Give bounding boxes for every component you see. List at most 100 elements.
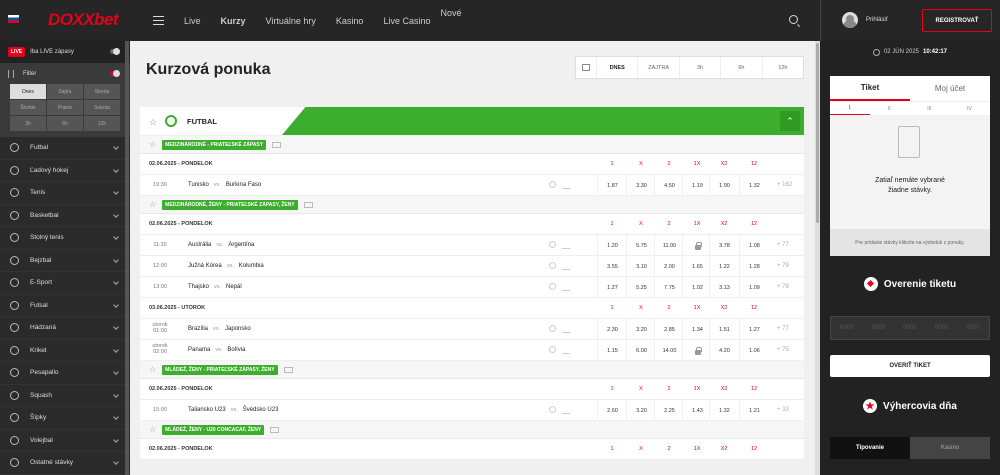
register-button[interactable]: REGISTROVAŤ (922, 9, 992, 32)
favorite-star-icon[interactable]: ☆ (149, 365, 156, 374)
sidebar-item-sport[interactable]: Hádzaná (0, 317, 130, 340)
odds-cell[interactable]: 11.00 (654, 235, 684, 256)
match-teams[interactable]: Austrália vs. Argentína (188, 242, 254, 248)
odds-cell[interactable]: 1.27 (597, 277, 627, 298)
chevron-down-icon[interactable] (113, 166, 119, 173)
sidebar-item-sport[interactable]: Kriket (0, 340, 130, 362)
ticket-number-tab[interactable]: III. (910, 102, 950, 115)
filter-day-0[interactable]: Dnes (10, 84, 46, 99)
league-info-icon[interactable] (272, 141, 282, 148)
stats-icon[interactable] (562, 242, 570, 249)
filter-day-8[interactable]: 12h (84, 116, 120, 131)
time-filter-4[interactable]: 12h (761, 57, 803, 78)
odds-cell[interactable]: 3.78 (709, 235, 739, 256)
league-info-icon[interactable] (303, 201, 313, 208)
odds-cell[interactable]: 2.00 (654, 256, 684, 277)
chevron-down-icon[interactable] (113, 459, 119, 465)
sidebar-item-sport[interactable]: Stolný tenis (0, 227, 130, 250)
more-bets-link[interactable]: + 162 (777, 182, 792, 188)
tab-ticket[interactable]: Tiket (830, 76, 910, 101)
logo[interactable]: DOXXbet (48, 10, 119, 30)
ticket-number-tab[interactable]: I. (830, 102, 870, 115)
nav-item-kasino[interactable]: Kasino (336, 16, 364, 26)
odds-cell[interactable]: 2.25 (654, 400, 684, 421)
sidebar-item-sport[interactable]: Ľadový hokej (0, 160, 130, 182)
odds-cell[interactable]: 1.15 (597, 340, 627, 361)
login-link[interactable]: Prihlásiť (866, 17, 888, 23)
nav-item-kurzy[interactable]: Kurzy (221, 16, 246, 26)
more-bets-link[interactable]: + 79 (777, 263, 789, 269)
odds-cell[interactable]: 1.32 (739, 175, 769, 196)
search-icon[interactable] (789, 15, 798, 24)
nav-item-live-casino[interactable]: Live Casino Nové (383, 8, 461, 26)
chevron-down-icon[interactable] (113, 436, 119, 443)
ticket-code-input[interactable]: 0000 0000 0000 0000 0000 (830, 316, 990, 340)
odds-cell[interactable]: 3.10 (626, 256, 656, 277)
odds-cell[interactable]: 3.30 (626, 175, 656, 196)
match-teams[interactable]: Tunisko vs. Burkina Faso (188, 182, 261, 188)
sidebar-item-sport[interactable]: Futsal (0, 295, 130, 317)
odds-cell[interactable]: 1.19 (682, 175, 712, 196)
filter-day-5[interactable]: Sobota (84, 100, 120, 115)
live-only-row[interactable]: LIVE Iba LIVE zápasy (0, 41, 130, 63)
odds-cell[interactable]: 5.25 (626, 277, 656, 298)
favorite-star-icon[interactable]: ☆ (149, 200, 156, 209)
odds-cell[interactable]: 1.43 (682, 400, 712, 421)
odds-cell[interactable]: 4.50 (654, 175, 684, 196)
more-bets-link[interactable]: + 77 (777, 326, 789, 332)
tab-tipovanie[interactable]: Tipovanie (830, 437, 910, 459)
chevron-down-icon[interactable] (113, 279, 119, 285)
stats-icon[interactable] (562, 407, 570, 414)
odds-cell[interactable]: 5.75 (626, 235, 656, 256)
ticket-number-tab[interactable]: II. (870, 102, 910, 115)
chevron-down-icon[interactable] (113, 324, 119, 330)
odds-cell[interactable]: 1.08 (739, 235, 769, 256)
league-tag[interactable]: MLÁDEŽ, ŽENY - U20 CONCACAF, ŽENY (162, 424, 265, 435)
odds-cell[interactable]: 1.51 (709, 319, 739, 340)
time-filter-1[interactable]: ZAJTRA (637, 57, 678, 78)
tab-kasino[interactable]: Kasino (910, 437, 990, 459)
odds-cell[interactable]: 1.32 (709, 400, 739, 421)
stats-icon[interactable] (562, 326, 570, 333)
odds-cell[interactable]: 7.75 (654, 277, 684, 298)
stats-icon[interactable] (562, 284, 570, 291)
sidebar-item-sport[interactable]: E-Sport (0, 272, 130, 295)
ticket-number-tab[interactable]: IV. (950, 102, 990, 115)
filter-toggle[interactable] (110, 70, 120, 77)
odds-cell[interactable]: 6.00 (626, 340, 656, 361)
menu-icon[interactable] (153, 16, 164, 25)
chevron-down-icon[interactable] (113, 414, 119, 420)
match-teams[interactable]: Thajsko vs. Nepál (188, 284, 242, 290)
sidebar-item-sport[interactable]: Bejzbal (0, 250, 130, 272)
chevron-down-icon[interactable] (113, 211, 119, 218)
odds-cell[interactable]: 3.20 (626, 400, 656, 421)
filter-day-2[interactable]: Streda (84, 84, 120, 99)
stats-icon[interactable] (562, 263, 570, 270)
odds-cell[interactable]: 1.06 (739, 340, 769, 361)
match-teams[interactable]: Južná Kórea vs. Kolumbia (188, 263, 264, 269)
odds-cell[interactable]: 1.90 (709, 175, 739, 196)
match-teams[interactable]: Taliansko U23 vs. Švédsko U23 (188, 407, 278, 413)
tab-account[interactable]: Moj účet (910, 76, 990, 101)
odds-cell[interactable]: 3.13 (709, 277, 739, 298)
sidebar-item-sport[interactable]: Futbal (0, 137, 130, 160)
time-filter-3[interactable]: 6h (720, 57, 761, 78)
sidebar-item-sport[interactable]: Basketbal (0, 205, 130, 227)
sidebar-item-sport[interactable]: Ostatné stávky (0, 452, 130, 475)
odds-cell[interactable]: 1.09 (739, 277, 769, 298)
chevron-down-icon[interactable] (113, 369, 119, 375)
favorite-star-icon[interactable]: ☆ (149, 117, 157, 128)
odds-cell[interactable]: 1.87 (597, 175, 627, 196)
match-teams[interactable]: Panama vs. Bolívia (188, 347, 245, 353)
favorite-star-icon[interactable]: ☆ (149, 140, 156, 149)
chevron-down-icon[interactable] (113, 189, 119, 195)
chevron-down-icon[interactable] (113, 234, 119, 240)
odds-cell[interactable]: 14.00 (654, 340, 684, 361)
league-tag[interactable]: MEDZINÁRODNÉ - PRIATEĽSKÉ ZÁPASY (162, 139, 267, 150)
odds-cell[interactable]: 1.22 (709, 256, 739, 277)
league-tag[interactable]: MEDZINÁRODNÉ, ŽENY - PRIATEĽSKÉ ZÁPASY, … (162, 199, 298, 210)
league-info-icon[interactable] (283, 366, 293, 373)
calendar-button[interactable] (576, 57, 596, 78)
sidebar-item-sport[interactable]: Volejbal (0, 430, 130, 452)
live-only-toggle[interactable] (110, 48, 120, 55)
